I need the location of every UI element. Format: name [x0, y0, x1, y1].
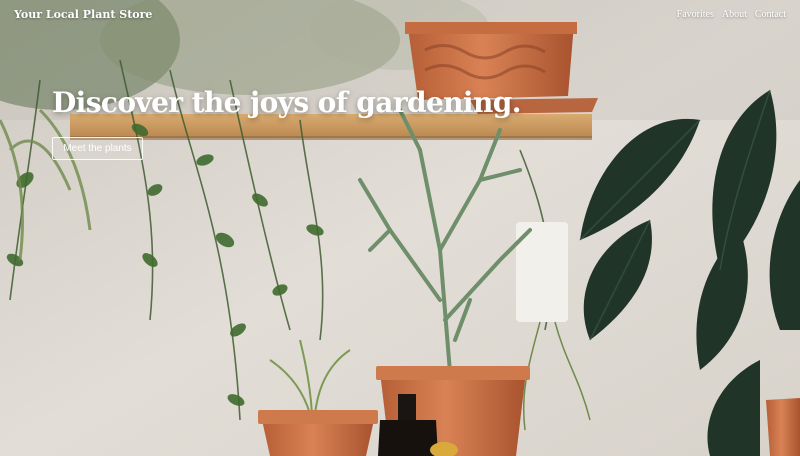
small-terracotta-pot — [258, 410, 378, 456]
brand-logo-link[interactable]: Your Local Plant Store — [14, 8, 152, 21]
hero-section — [0, 0, 800, 456]
nav-link-favorites[interactable]: Favorites — [677, 9, 714, 20]
meet-the-plants-button[interactable]: Meet the plants — [52, 137, 143, 160]
corner-terracotta-pot — [766, 398, 800, 456]
nav-link-contact[interactable]: Contact — [755, 9, 786, 20]
hero-background-photo — [0, 0, 800, 456]
hero-headline: Discover the joys of gardening. — [52, 86, 521, 119]
nav-link-about[interactable]: About — [722, 9, 747, 20]
main-nav: Favorites About Contact — [677, 9, 786, 20]
